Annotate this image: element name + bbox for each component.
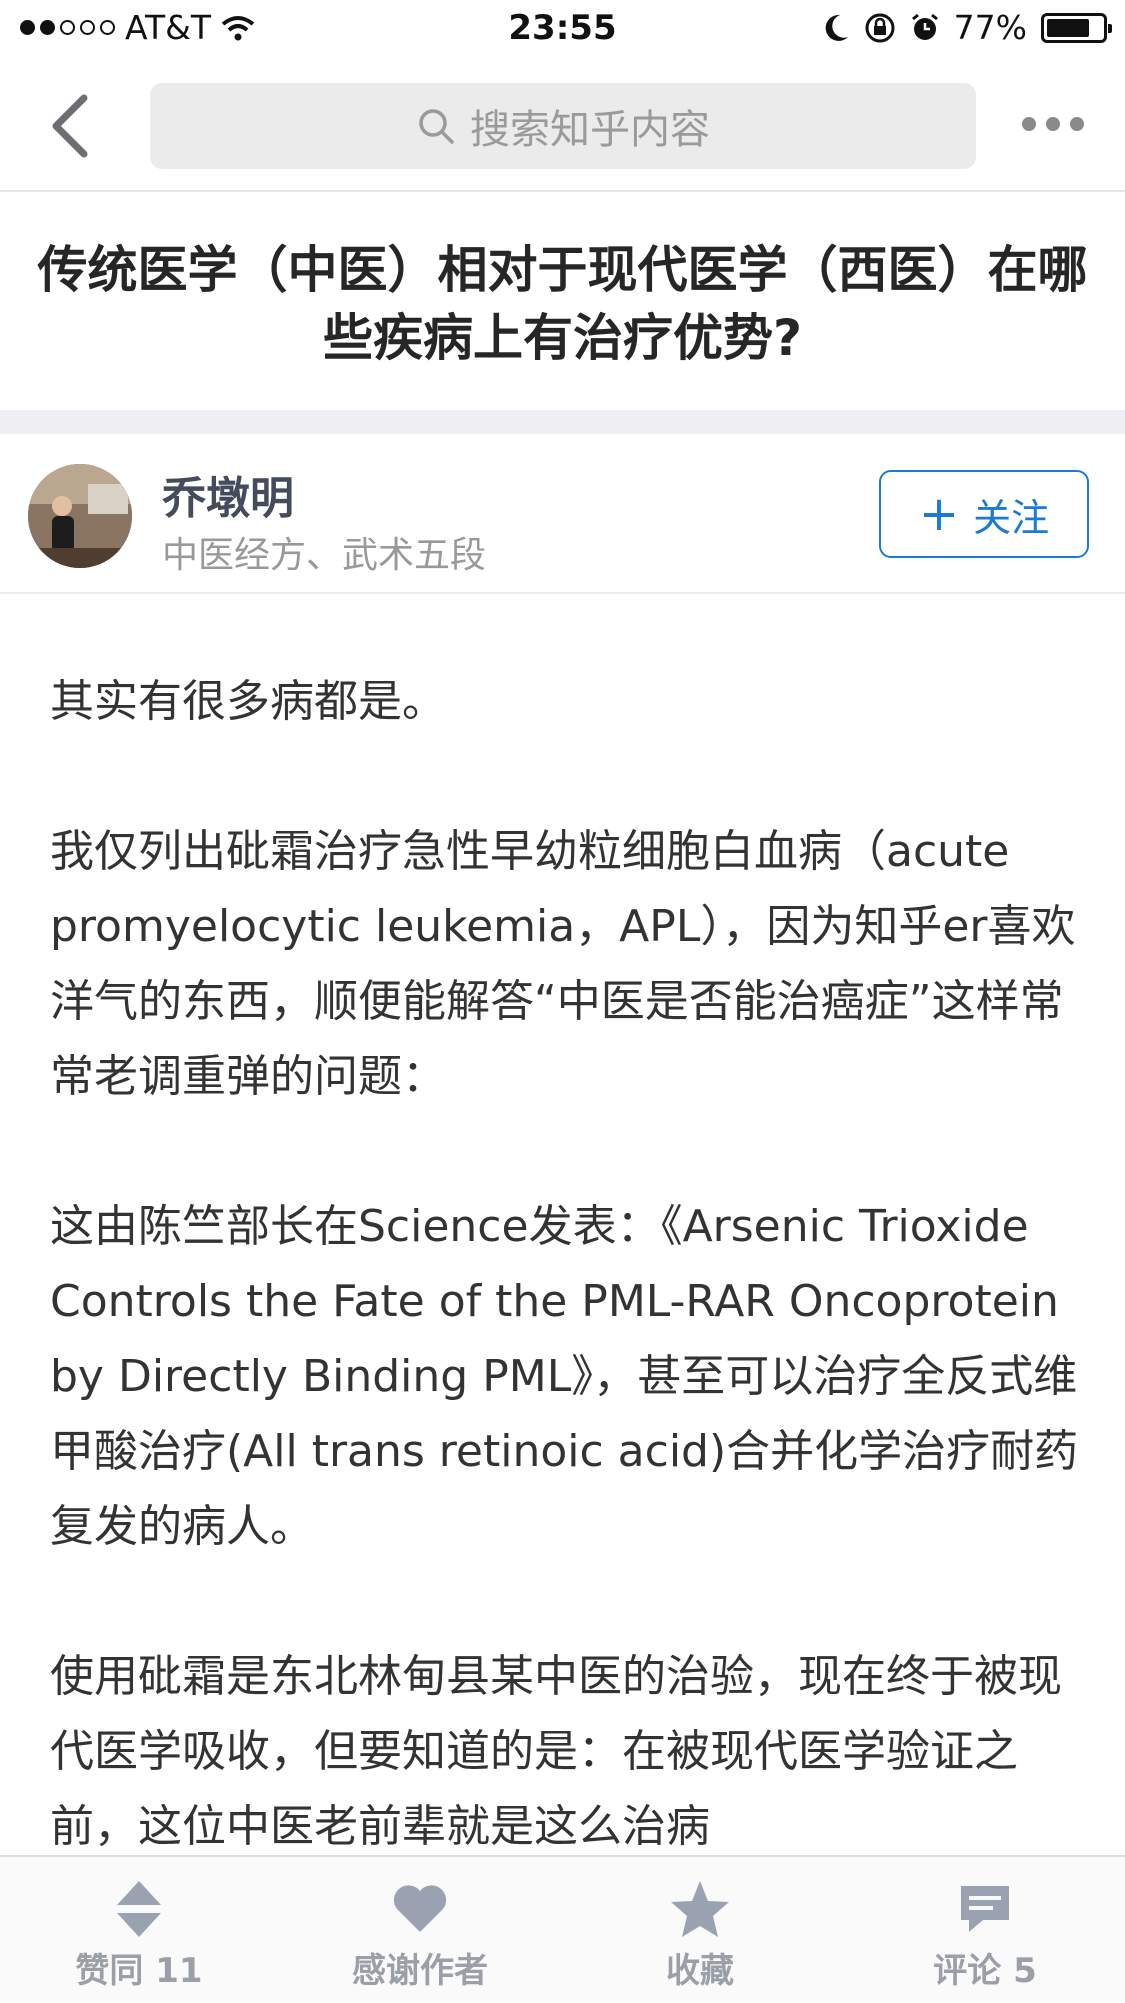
search-icon xyxy=(419,109,454,144)
answer-paragraph: 其实有很多病都是。 xyxy=(50,676,446,727)
rotation-lock-icon xyxy=(865,13,895,42)
search-input[interactable]: 搜索知乎内容 xyxy=(150,83,976,169)
author-divider xyxy=(0,592,1125,594)
thanks-button[interactable]: 感谢作者 xyxy=(320,1857,520,2003)
battery-icon xyxy=(1041,12,1112,43)
answer-paragraph: 这由陈竺部长在Science发表：《Arsenic Trioxide Contr… xyxy=(50,1201,1079,1552)
search-placeholder: 搜索知乎内容 xyxy=(470,107,710,153)
battery-level xyxy=(1047,18,1089,37)
author-description: 中医经方、武术五段 xyxy=(162,535,487,576)
avatar-image xyxy=(28,464,132,568)
status-right: 77% xyxy=(822,8,1112,47)
follow-label: 关注 xyxy=(973,495,1050,540)
comment-label: 评论 5 xyxy=(933,1951,1037,1991)
status-bar: AT&T 23:55 77% xyxy=(0,0,1125,60)
vote-label: 赞同 11 xyxy=(75,1951,203,1991)
thanks-label: 感谢作者 xyxy=(352,1951,488,1991)
answer-content: 其实有很多病都是。 我仅列出砒霜治疗急性早幼粒细胞白血病（acute promy… xyxy=(50,664,1080,1939)
back-icon[interactable] xyxy=(44,90,104,162)
plus-icon: + xyxy=(918,486,960,542)
comment-button[interactable]: 评论 5 xyxy=(900,1857,1070,2003)
avatar[interactable] xyxy=(28,464,132,568)
bottom-toolbar: 赞同 11 感谢作者 收藏 评论 5 xyxy=(0,1855,1125,2001)
battery-percent: 77% xyxy=(953,8,1027,47)
vote-button[interactable]: 赞同 11 xyxy=(44,1857,234,2003)
alarm-icon xyxy=(911,13,938,40)
moon-icon xyxy=(825,14,848,41)
question-title[interactable]: 传统医学（中医）相对于现代医学（西医）在哪些疾病上有治疗优势? xyxy=(30,236,1095,372)
section-divider xyxy=(0,410,1125,434)
heart-icon xyxy=(393,1885,447,1932)
collect-button[interactable]: 收藏 xyxy=(620,1857,780,2003)
star-icon xyxy=(671,1881,729,1937)
collect-label: 收藏 xyxy=(666,1951,734,1991)
answer-paragraph: 使用砒霜是东北林甸县某中医的治验，现在终于被现代医学吸收，但要知道的是：在被现代… xyxy=(50,1651,1062,1852)
answer-paragraph: 我仅列出砒霜治疗急性早幼粒细胞白血病（acute promyelocytic l… xyxy=(50,826,1076,1102)
more-icon[interactable] xyxy=(1022,117,1084,131)
nav-bar: 搜索知乎内容 xyxy=(0,60,1125,192)
comment-icon xyxy=(961,1886,1009,1932)
follow-button[interactable]: + 关注 xyxy=(879,470,1089,558)
author-name[interactable]: 乔墩明 xyxy=(162,462,294,526)
vote-arrows-icon xyxy=(117,1881,161,1937)
